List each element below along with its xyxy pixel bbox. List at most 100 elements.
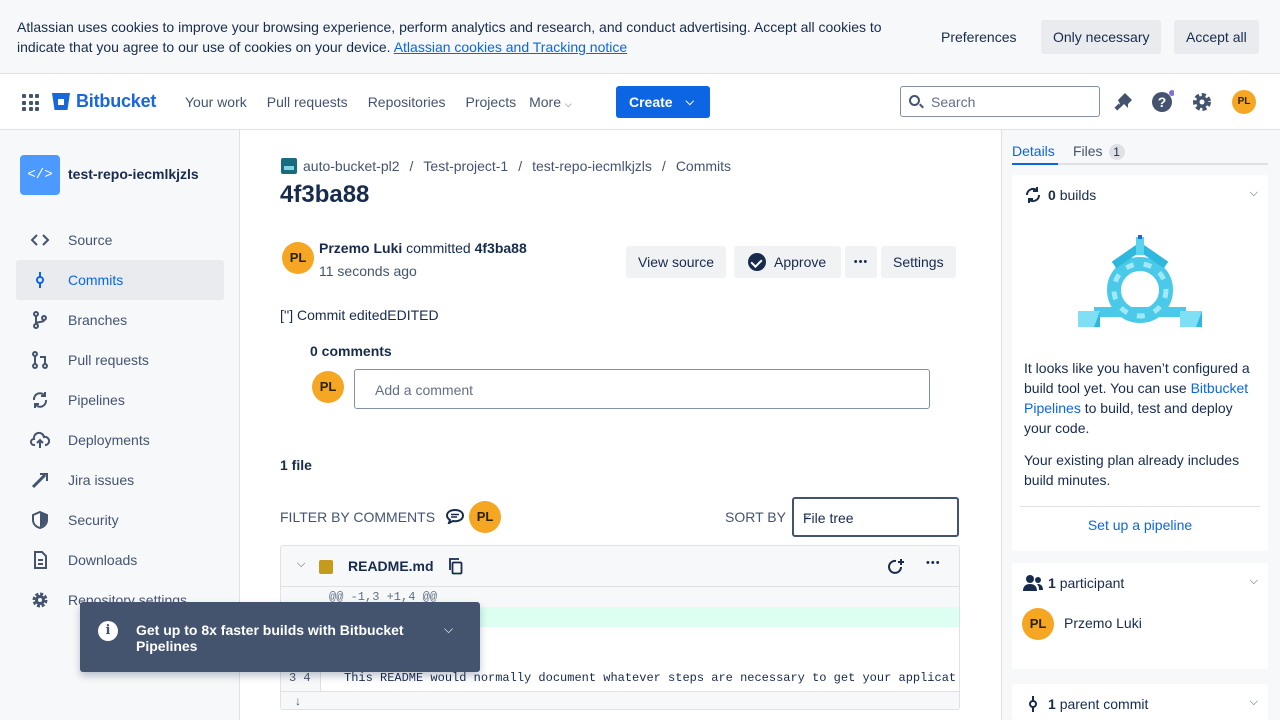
sidebar-item-pull-requests[interactable]: Pull requests: [16, 340, 224, 380]
breadcrumb-project[interactable]: Test-project-1: [423, 158, 508, 174]
participant-avatar[interactable]: PL: [1022, 608, 1054, 640]
breadcrumb: auto-bucket-pl2 / Test-project-1 / test-…: [281, 158, 731, 174]
committed-word: committed: [406, 240, 471, 256]
sidebar-item-downloads[interactable]: Downloads: [16, 540, 224, 580]
toast-text: Get up to 8x faster builds with Bitbucke…: [136, 622, 404, 654]
chevron-down-icon: ⌵: [1249, 696, 1258, 708]
settings-icon[interactable]: [1190, 90, 1214, 114]
bitbucket-logo[interactable]: Bitbucket: [52, 91, 156, 112]
sidebar-item-jira-issues[interactable]: Jira issues: [16, 460, 224, 500]
chevron-down-icon[interactable]: ⌵: [444, 622, 453, 637]
file-modified-icon: [319, 560, 333, 574]
breadcrumb-commits[interactable]: Commits: [676, 158, 731, 174]
help-icon[interactable]: ?: [1150, 90, 1174, 114]
app-switcher-icon[interactable]: [22, 94, 39, 111]
sidebar-item-branches[interactable]: Branches: [16, 300, 224, 340]
user-avatar[interactable]: PL: [1232, 90, 1256, 114]
right-panel-tabs: Details Files 1: [1012, 143, 1268, 165]
pipelines-icon: [32, 392, 48, 408]
cookie-only-necessary-button[interactable]: Only necessary: [1041, 20, 1162, 54]
builds-header[interactable]: 0 builds ⌵: [1022, 175, 1258, 215]
expand-row[interactable]: ↓: [281, 691, 959, 709]
divider: [1020, 506, 1260, 507]
sort-select[interactable]: File tree ⌵: [792, 497, 959, 537]
code-line: This README would normally document what…: [344, 671, 957, 685]
search-input[interactable]: Search: [900, 86, 1100, 117]
commit-message: [''] Commit editedEDITED: [280, 307, 439, 323]
cookie-notice-link[interactable]: Atlassian cookies and Tracking notice: [394, 39, 627, 55]
cookie-preferences-button[interactable]: Preferences: [929, 20, 1028, 54]
more-actions-button[interactable]: •••: [845, 246, 877, 278]
sidebar-item-label: Deployments: [68, 432, 150, 448]
svg-text:?: ?: [1158, 94, 1167, 110]
view-source-button[interactable]: View source: [626, 246, 727, 278]
author-avatar[interactable]: PL: [282, 242, 314, 274]
pull-request-icon: [32, 351, 48, 369]
notifications-icon[interactable]: [1111, 90, 1135, 114]
chevron-down-icon: ⌵: [1249, 187, 1258, 199]
nav-repositories[interactable]: Repositories: [358, 94, 456, 110]
gear-icon: [32, 592, 48, 608]
builds-label: 0 builds: [1048, 187, 1096, 203]
sidebar-item-label: Jira issues: [68, 472, 135, 488]
bitbucket-logo-icon: [52, 93, 70, 110]
participants-header[interactable]: 1 participant ⌵: [1022, 563, 1258, 603]
download-icon: [34, 551, 47, 569]
sidebar-item-source[interactable]: Source: [16, 220, 224, 260]
comment-filter-icon[interactable]: [446, 508, 464, 524]
cookie-accept-all-button[interactable]: Accept all: [1174, 20, 1259, 54]
sidebar-item-security[interactable]: Security: [16, 500, 224, 540]
nav-pull-requests[interactable]: Pull requests: [257, 94, 358, 110]
add-comment-icon[interactable]: [886, 557, 906, 577]
parent-commit-header[interactable]: 1 parent commit ⌵: [1022, 684, 1258, 720]
file-more-icon[interactable]: •••: [926, 557, 941, 569]
pipeline-plan-text: Your existing plan already includes buil…: [1024, 452, 1240, 488]
tab-details[interactable]: Details: [1012, 143, 1055, 159]
sidebar-item-pipelines[interactable]: Pipelines: [16, 380, 224, 420]
create-button[interactable]: Create ⌵: [616, 86, 710, 118]
comment-input[interactable]: Add a comment: [354, 369, 930, 409]
nav-more[interactable]: More ⌵: [526, 94, 582, 110]
chevron-down-icon[interactable]: ⌵: [297, 558, 305, 571]
parent-count: 1: [1048, 696, 1056, 712]
files-header: 1 file: [280, 457, 312, 473]
file-header: ⌵ README.md •••: [281, 546, 959, 587]
breadcrumb-separator: /: [518, 158, 523, 174]
shield-icon: [32, 510, 48, 530]
author-name[interactable]: Przemo Luki: [319, 240, 402, 256]
builds-icon: [1025, 187, 1041, 203]
participants-card: 1 participant ⌵ PL Przemo Luki: [1012, 563, 1268, 669]
sidebar-item-deployments[interactable]: Deployments: [16, 420, 224, 460]
logo-text: Bitbucket: [76, 91, 157, 111]
pipelines-toast: i Get up to 8x faster builds with Bitbuc…: [80, 602, 480, 672]
chevron-down-icon: ⌵: [685, 96, 694, 108]
pipeline-description: It looks like you haven’t configured a b…: [1024, 358, 1256, 438]
sidebar-item-label: Pull requests: [68, 352, 149, 368]
sidebar-item-commits[interactable]: Commits: [16, 260, 224, 300]
people-icon: [1023, 575, 1043, 591]
nav-your-work[interactable]: Your work: [175, 94, 257, 110]
settings-button[interactable]: Settings: [881, 246, 956, 278]
breadcrumb-repo[interactable]: test-repo-iecmlkjzls: [532, 158, 652, 174]
tab-files[interactable]: Files 1: [1073, 143, 1125, 160]
chevron-down-icon: ⌵: [564, 99, 572, 109]
setup-pipeline-link[interactable]: Set up a pipeline: [1012, 517, 1268, 533]
breadcrumb-workspace[interactable]: auto-bucket-pl2: [303, 158, 400, 174]
commit-hash: 4f3ba88: [474, 240, 527, 256]
participants-label: 1 participant: [1048, 575, 1124, 591]
approve-button[interactable]: Approve: [734, 246, 841, 278]
sidebar-item-label: Branches: [68, 312, 128, 328]
nav-projects[interactable]: Projects: [456, 94, 527, 110]
sidebar-item-label: Source: [68, 232, 113, 248]
expand-down-icon[interactable]: ↓: [295, 694, 301, 708]
create-label: Create: [629, 94, 673, 110]
filter-label: FILTER BY COMMENTS: [280, 509, 436, 525]
commit-icon: [36, 272, 44, 288]
copy-icon[interactable]: [449, 558, 463, 575]
file-name[interactable]: README.md: [348, 558, 434, 574]
breadcrumb-separator: /: [661, 158, 666, 174]
filter-avatar[interactable]: PL: [469, 501, 501, 533]
comment-avatar: PL: [312, 371, 344, 403]
repo-name[interactable]: test-repo-iecmlkjzls: [68, 166, 199, 182]
deployments-icon: [30, 431, 50, 448]
